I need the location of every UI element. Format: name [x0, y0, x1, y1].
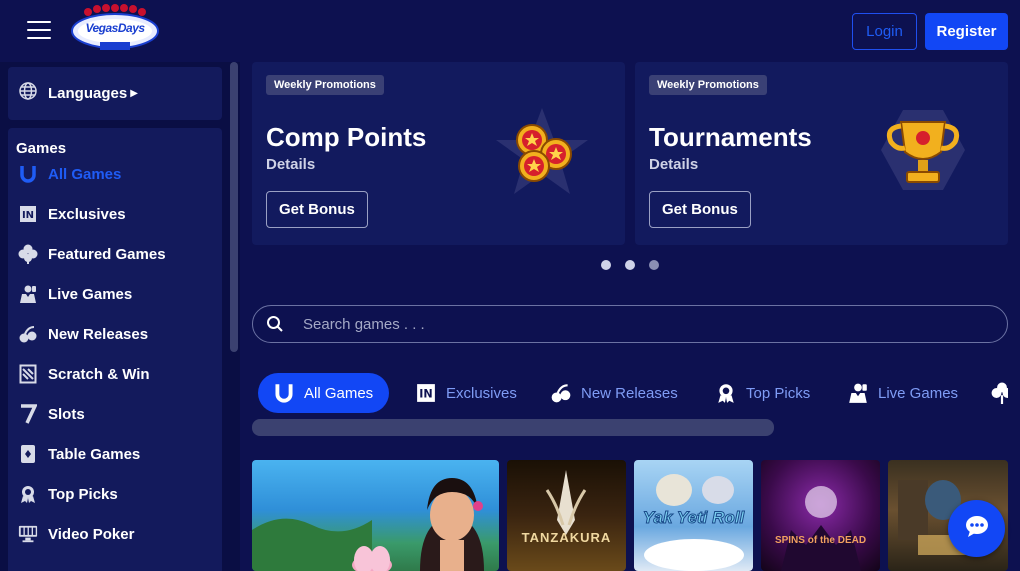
tab-all-games[interactable]: All Games	[258, 373, 390, 413]
languages-menu[interactable]: Languages ▶	[8, 67, 222, 120]
sidebar-item-label: Top Picks	[48, 485, 118, 503]
clover-icon	[18, 244, 38, 264]
coins-art	[492, 102, 592, 202]
sidebar-item-all-games[interactable]: All Games	[18, 161, 121, 187]
dealer-icon	[846, 381, 870, 405]
promo-title: Tournaments	[649, 122, 812, 152]
chat-bubble-icon	[964, 514, 990, 543]
promo-tag: Weekly Promotions	[649, 75, 767, 95]
caret-right-icon: ▶	[130, 88, 138, 99]
logo[interactable]: VegasDays	[70, 4, 160, 54]
sidebar-scrollbar[interactable]	[230, 62, 238, 352]
tab-top-picks[interactable]: Top Picks	[714, 373, 810, 413]
dealer-icon	[18, 284, 38, 304]
game-thumbnail[interactable]: SPINS of the DEAD	[761, 460, 880, 571]
logo-text: VegasDays	[85, 21, 145, 35]
sidebar-item-live-games[interactable]: Live Games	[18, 281, 132, 307]
in-badge-icon: IN	[18, 204, 38, 224]
chat-button[interactable]	[948, 500, 1005, 557]
tab-next[interactable]	[990, 373, 1008, 413]
register-button[interactable]: Register	[925, 13, 1008, 50]
game-title: TANZAKURA	[521, 530, 612, 545]
horseshoe-icon	[18, 164, 38, 184]
carousel-dot[interactable]	[625, 260, 635, 270]
promo-details-link[interactable]: Details	[649, 156, 698, 173]
globe-icon	[18, 81, 38, 106]
tab-exclusives[interactable]: IN Exclusives	[414, 373, 517, 413]
trophy-art	[873, 102, 973, 202]
header: VegasDays Login Register	[0, 0, 1020, 62]
tab-live-games[interactable]: Live Games	[846, 373, 958, 413]
clover-icon	[990, 381, 1008, 405]
promo-tag: Weekly Promotions	[266, 75, 384, 95]
sidebar-item-label: Featured Games	[48, 245, 166, 263]
svg-text:IN: IN	[22, 210, 34, 221]
game-title: SPINS of the DEAD	[774, 535, 867, 546]
sidebar-item-label: All Games	[48, 165, 122, 183]
games-title: Games	[16, 140, 67, 157]
search-bar	[252, 305, 1008, 343]
sidebar-item-label: Slots	[48, 405, 85, 423]
search-icon[interactable]	[265, 314, 285, 334]
languages-label: Languages	[48, 85, 128, 102]
game-title: Yak Yeti Roll	[642, 508, 745, 528]
cherries-icon	[18, 324, 38, 344]
sidebar-item-label: Scratch & Win	[48, 365, 150, 383]
sidebar-item-label: Live Games	[48, 285, 133, 303]
svg-text:IN: IN	[419, 387, 432, 400]
sidebar-item-label: Table Games	[48, 445, 141, 463]
game-thumbnail[interactable]: TANZAKURA	[507, 460, 626, 571]
playing-card-icon	[18, 444, 38, 464]
cherries-icon	[549, 381, 573, 405]
promo-title: Comp Points	[266, 122, 427, 152]
game-thumbnail[interactable]: Yak Yeti Roll	[634, 460, 753, 571]
game-thumbnail[interactable]	[252, 460, 499, 571]
award-ribbon-icon	[18, 484, 38, 504]
seven-icon	[18, 404, 38, 424]
tab-label: All Games	[304, 384, 374, 402]
promo-card-comp-points: Weekly Promotions Comp Points Details Ge…	[252, 62, 625, 245]
sidebar-item-new-releases[interactable]: New Releases	[18, 321, 148, 347]
get-bonus-button[interactable]: Get Bonus	[649, 191, 751, 228]
sidebar-item-slots[interactable]: Slots	[18, 401, 85, 427]
sidebar-item-top-picks[interactable]: Top Picks	[18, 481, 118, 507]
in-badge-icon: IN	[414, 381, 438, 405]
tab-label: Live Games	[878, 384, 959, 402]
scratch-card-icon	[18, 364, 38, 384]
sidebar-item-label: New Releases	[48, 325, 149, 343]
search-input[interactable]	[303, 315, 983, 333]
tab-label: Top Picks	[746, 384, 811, 402]
tabs-scrollbar[interactable]	[252, 419, 774, 436]
award-ribbon-icon	[714, 381, 738, 405]
category-tabs: All Games IN Exclusives New Releases Top…	[252, 365, 1008, 425]
horseshoe-icon	[272, 381, 296, 405]
sidebar: Languages ▶ Games All Games IN Exclusive…	[0, 62, 240, 571]
sidebar-item-table-games[interactable]: Table Games	[18, 441, 140, 467]
promo-card-tournaments: Weekly Promotions Tournaments Details Ge…	[635, 62, 1008, 245]
get-bonus-button[interactable]: Get Bonus	[266, 191, 368, 228]
sidebar-item-label: Exclusives	[48, 205, 126, 223]
menu-icon[interactable]	[27, 21, 51, 41]
video-poker-icon	[18, 524, 38, 544]
games-nav: Games All Games IN Exclusives Featured G…	[8, 128, 222, 571]
carousel-dot[interactable]	[601, 260, 611, 270]
sidebar-item-video-poker[interactable]: Video Poker	[18, 521, 134, 547]
sidebar-item-exclusives[interactable]: IN Exclusives	[18, 201, 126, 227]
tab-new-releases[interactable]: New Releases	[549, 373, 678, 413]
sidebar-item-label: Video Poker	[48, 525, 135, 543]
tab-label: New Releases	[581, 384, 678, 402]
tab-label: Exclusives	[446, 384, 517, 402]
carousel-dots	[596, 258, 666, 272]
login-button[interactable]: Login	[852, 13, 917, 50]
sidebar-item-featured-games[interactable]: Featured Games	[18, 241, 166, 267]
carousel-dot[interactable]	[649, 260, 659, 270]
sidebar-item-scratch-win[interactable]: Scratch & Win	[18, 361, 150, 387]
promo-details-link[interactable]: Details	[266, 156, 315, 173]
